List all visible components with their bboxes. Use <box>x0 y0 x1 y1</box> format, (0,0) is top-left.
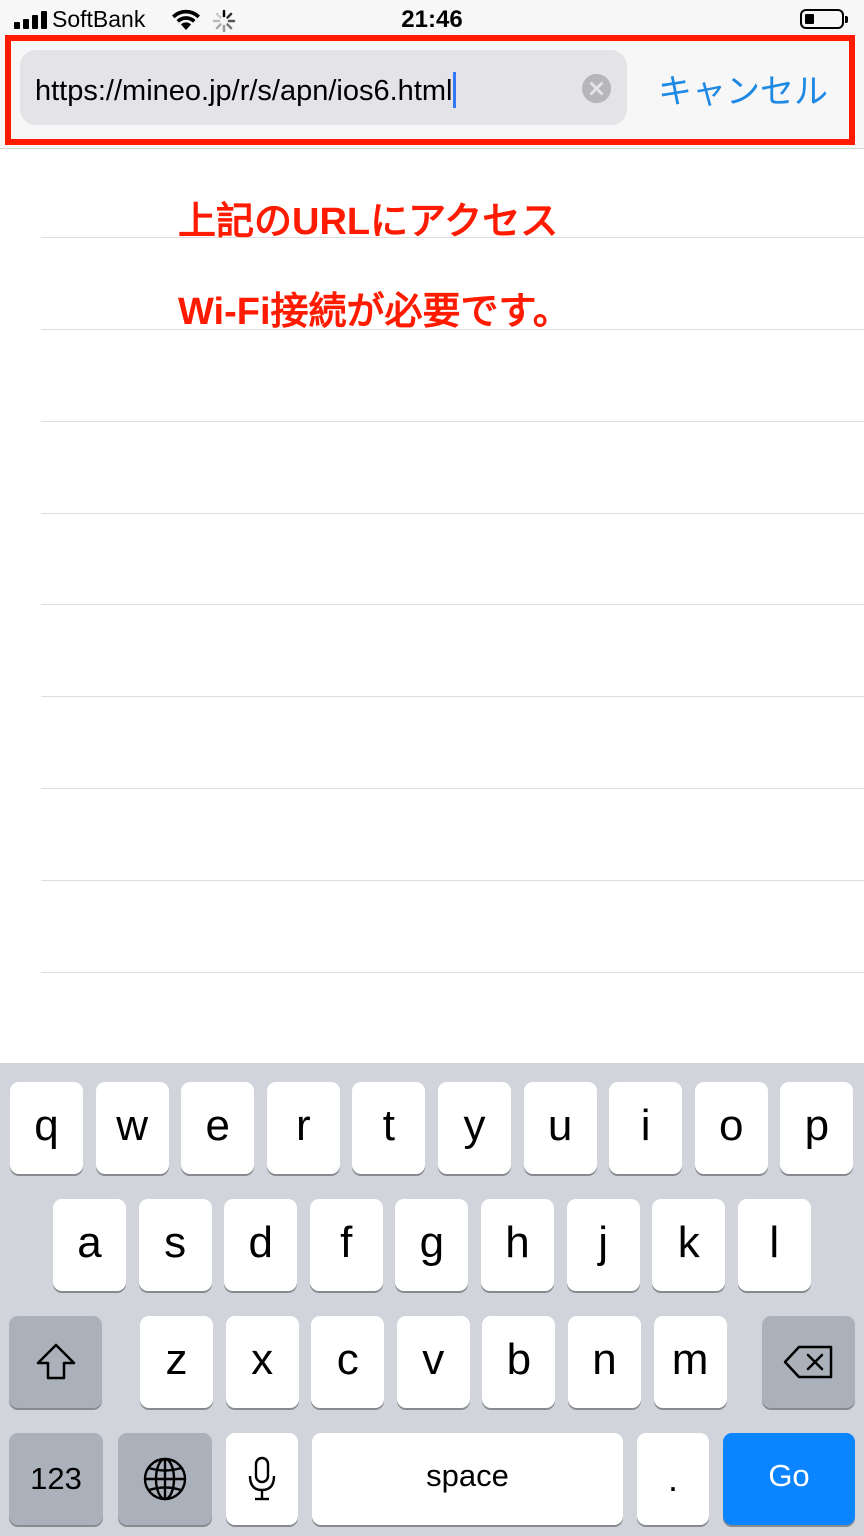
key-s[interactable]: s <box>138 1199 212 1291</box>
delete-key[interactable] <box>762 1316 855 1408</box>
go-key[interactable]: Go <box>723 1433 855 1525</box>
key-j[interactable]: j <box>566 1199 640 1291</box>
shift-key[interactable] <box>9 1316 102 1408</box>
list-divider <box>41 788 864 789</box>
key-n[interactable]: n <box>568 1316 641 1408</box>
period-key[interactable]: . <box>637 1433 709 1525</box>
key-e[interactable]: e <box>181 1082 255 1174</box>
clock: 21:46 <box>401 6 463 33</box>
battery-icon <box>800 9 848 29</box>
microphone-icon <box>248 1456 276 1501</box>
keyboard: qwertyuiop asdfghjkl zxcvbnm 123 space .… <box>0 1063 864 1536</box>
delete-icon <box>783 1345 832 1379</box>
text-caret <box>453 72 457 108</box>
clear-text-icon[interactable] <box>582 74 611 103</box>
key-i[interactable]: i <box>609 1082 683 1174</box>
key-q[interactable]: q <box>10 1082 83 1174</box>
dictation-key[interactable] <box>226 1433 298 1525</box>
key-m[interactable]: m <box>653 1316 727 1408</box>
list-divider <box>41 880 864 881</box>
key-z[interactable]: z <box>140 1316 213 1408</box>
key-b[interactable]: b <box>482 1316 556 1408</box>
annotation-access-url: 上記のURLにアクセス <box>178 201 559 243</box>
globe-icon <box>143 1457 187 1501</box>
key-a[interactable]: a <box>53 1199 126 1291</box>
key-d[interactable]: d <box>224 1199 298 1291</box>
key-l[interactable]: l <box>737 1199 811 1291</box>
list-divider <box>41 604 864 605</box>
annotation-wifi-required: Wi-Fi接続が必要です。 <box>178 291 571 333</box>
key-g[interactable]: g <box>395 1199 469 1291</box>
space-key[interactable]: space <box>312 1433 623 1525</box>
key-v[interactable]: v <box>396 1316 470 1408</box>
url-text: https://mineo.jp/r/s/apn/ios6.html <box>35 75 453 107</box>
key-y[interactable]: y <box>438 1082 511 1174</box>
key-c[interactable]: c <box>311 1316 385 1408</box>
status-bar: SoftBank 21:46 <box>0 0 864 40</box>
key-x[interactable]: x <box>225 1316 299 1408</box>
key-u[interactable]: u <box>523 1082 597 1174</box>
key-k[interactable]: k <box>652 1199 726 1291</box>
key-r[interactable]: r <box>266 1082 340 1174</box>
key-h[interactable]: h <box>481 1199 554 1291</box>
numbers-key[interactable]: 123 <box>9 1433 103 1525</box>
key-w[interactable]: w <box>95 1082 169 1174</box>
list-divider <box>41 972 864 973</box>
list-divider <box>41 513 864 514</box>
key-o[interactable]: o <box>694 1082 768 1174</box>
cancel-button[interactable]: キャンセル <box>658 64 828 113</box>
list-divider <box>41 696 864 697</box>
globe-key[interactable] <box>118 1433 212 1525</box>
url-input[interactable]: https://mineo.jp/r/s/apn/ios6.html <box>20 50 627 125</box>
list-divider <box>41 421 864 422</box>
key-p[interactable]: p <box>780 1082 854 1174</box>
key-f[interactable]: f <box>309 1199 383 1291</box>
key-t[interactable]: t <box>352 1082 426 1174</box>
shift-icon <box>36 1343 75 1380</box>
